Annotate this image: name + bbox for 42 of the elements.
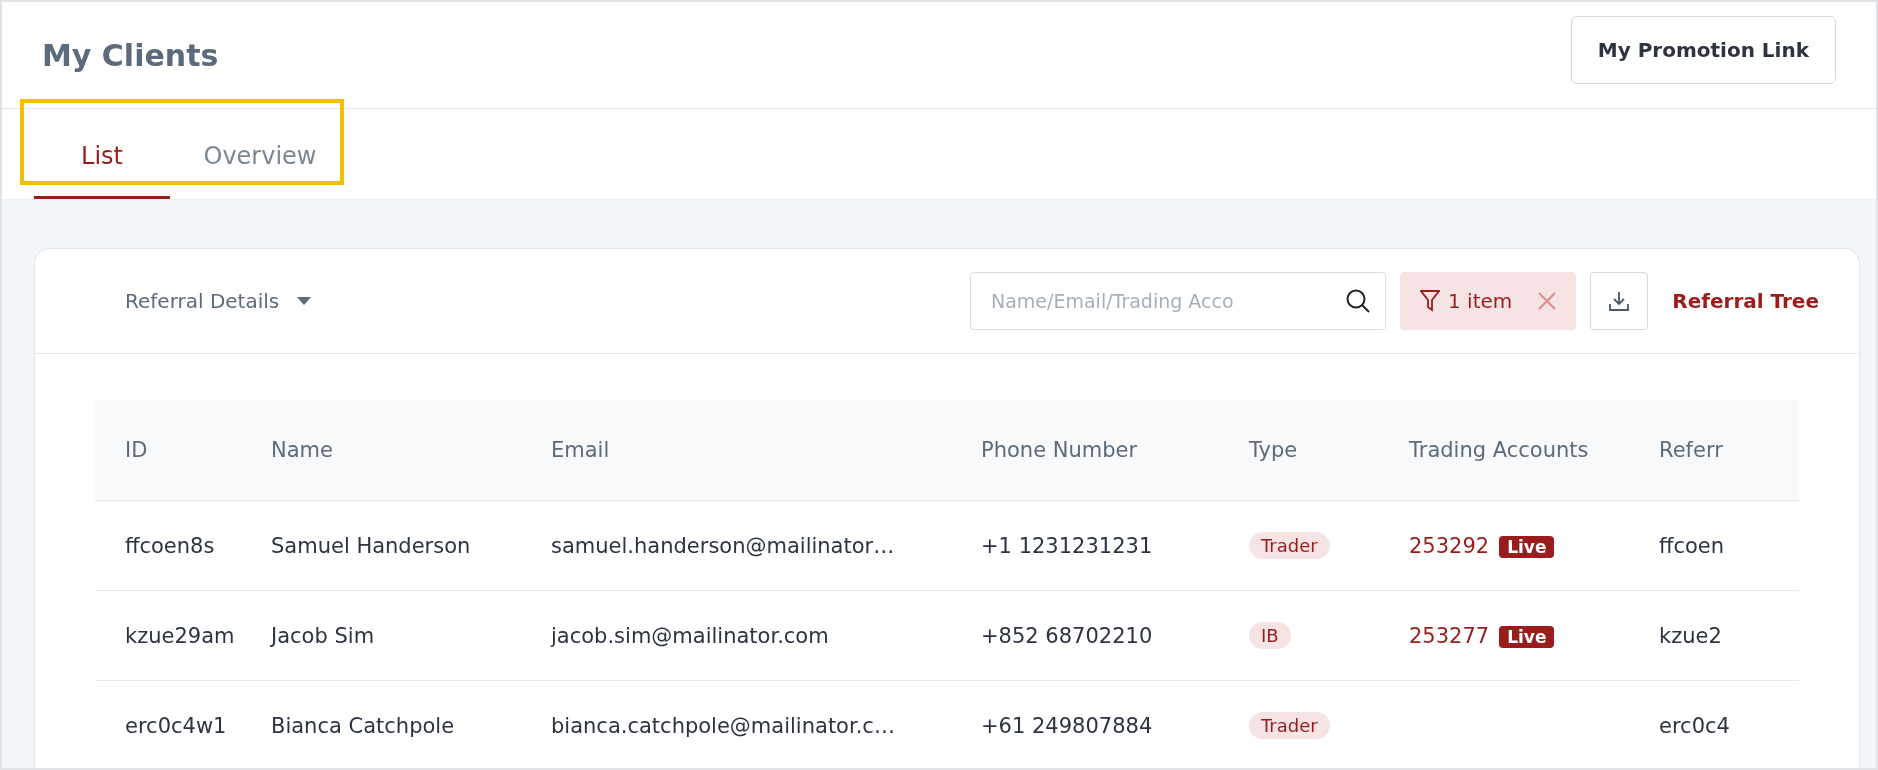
- promotion-link-button[interactable]: My Promotion Link: [1570, 16, 1836, 84]
- account-number[interactable]: 253277: [1409, 623, 1490, 648]
- view-dropdown[interactable]: Referral Details: [125, 289, 312, 313]
- status-tag: Live: [1499, 625, 1555, 648]
- table-cell: ffcoen8s: [95, 500, 271, 591]
- search-field[interactable]: Name/Email/Trading Acco: [970, 272, 1386, 330]
- download-icon: [1608, 290, 1631, 312]
- caret-icon: [297, 297, 312, 305]
- search-icon: [1345, 288, 1371, 314]
- column-header: Type: [1249, 400, 1409, 501]
- table-cell: +61 249807884: [981, 680, 1249, 768]
- table-cell: +1 1231231231: [981, 500, 1249, 591]
- column-header: Referr: [1659, 400, 1799, 501]
- filter-icon: [1420, 290, 1440, 312]
- filter-chip[interactable]: 1 item: [1400, 272, 1577, 330]
- table-cell: samuel.handerson@mailinator…: [551, 500, 981, 591]
- download-button[interactable]: [1590, 272, 1649, 330]
- type-tag: Trader: [1249, 712, 1330, 739]
- type-tag: Trader: [1249, 532, 1330, 559]
- table-cell: Samuel Handerson: [271, 500, 551, 591]
- filter-count: 1 item: [1448, 289, 1513, 313]
- table-cell: bianca.catchpole@mailinator.c…: [551, 680, 981, 768]
- column-header: Email: [551, 400, 981, 501]
- account-number[interactable]: 253292: [1409, 533, 1490, 558]
- table-cell: erc0c4w1: [95, 680, 271, 768]
- column-header: ID: [95, 400, 271, 501]
- table-cell: +852 68702210: [981, 590, 1249, 681]
- column-header: Trading Accounts: [1409, 400, 1659, 501]
- table-cell: Jacob Sim: [271, 590, 551, 681]
- tab[interactable]: Overview: [170, 109, 350, 199]
- table-cell: kzue2: [1659, 590, 1799, 681]
- status-tag: Live: [1499, 535, 1555, 558]
- referral-tree-link[interactable]: Referral Tree: [1672, 289, 1819, 313]
- table-cell: jacob.sim@mailinator.com: [551, 590, 981, 681]
- column-header: Name: [271, 400, 551, 501]
- table-cell: erc0c4: [1659, 680, 1799, 768]
- table-cell: Bianca Catchpole: [271, 680, 551, 768]
- table-cell: kzue29am: [95, 590, 271, 681]
- type-tag: IB: [1249, 622, 1291, 649]
- column-header: Phone Number: [981, 400, 1249, 501]
- table-cell: ffcoen: [1659, 500, 1799, 591]
- page-title: My Clients: [42, 37, 219, 73]
